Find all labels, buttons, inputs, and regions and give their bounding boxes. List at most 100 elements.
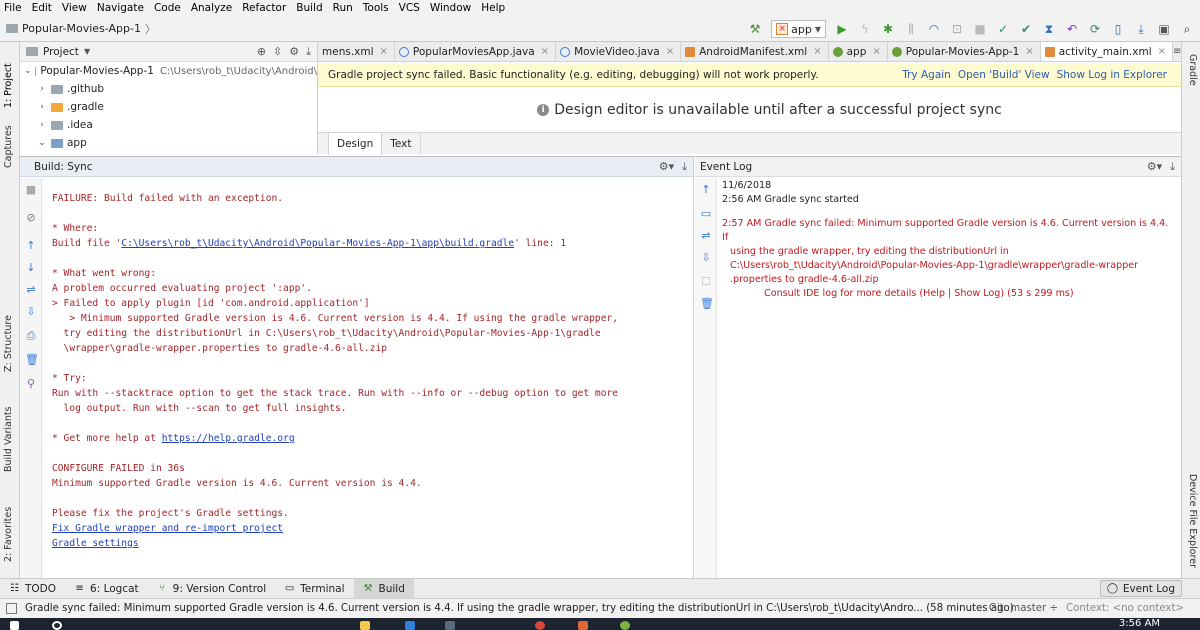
menu-vcs[interactable]: VCS <box>399 2 420 14</box>
tab-build[interactable]: ⚒ Build <box>353 578 414 599</box>
menu-view[interactable]: View <box>62 2 87 14</box>
menu-file[interactable]: File <box>4 2 22 14</box>
tab-todo[interactable]: ☷ TODO <box>0 579 65 599</box>
app-icon[interactable] <box>445 621 455 630</box>
git-branch-widget[interactable]: Git: master ÷ <box>989 603 1058 614</box>
chevron-right-icon[interactable]: › <box>36 84 48 94</box>
stop-icon[interactable]: ■ <box>973 22 987 36</box>
hide-panel-icon[interactable]: ⤓ <box>1170 160 1175 174</box>
chevron-down-icon[interactable]: ⌄ <box>24 66 32 76</box>
mark-all-read-icon[interactable]: ☐ <box>700 276 712 288</box>
up-arrow-icon[interactable]: ↑ <box>700 184 712 196</box>
breadcrumb[interactable]: Popular-Movies-App-1 〉 <box>0 21 156 37</box>
menu-run[interactable]: Run <box>333 2 353 14</box>
tree-item-idea[interactable]: › .idea <box>20 116 317 134</box>
project-structure-icon[interactable]: ▣ <box>1157 22 1171 36</box>
toggle-tool-windows-icon[interactable] <box>6 603 17 614</box>
menu-tools[interactable]: Tools <box>363 2 389 14</box>
tab-favorites[interactable]: 2: Favorites <box>3 507 14 562</box>
show-log-link[interactable]: Show Log in Explorer <box>1057 69 1167 81</box>
menu-window[interactable]: Window <box>430 2 471 14</box>
trash-icon[interactable]: 🗑 <box>700 298 714 310</box>
sync-gradle-icon[interactable]: ⟳ <box>1088 22 1102 36</box>
settings-gear-icon[interactable]: ⚙▾ <box>659 160 674 174</box>
close-icon[interactable]: × <box>1025 46 1033 57</box>
balloon-icon[interactable]: ▭ <box>700 208 712 220</box>
down-arrow-icon[interactable]: ↓ <box>25 262 37 274</box>
close-icon[interactable]: × <box>872 46 880 57</box>
search-icon[interactable] <box>52 621 62 630</box>
run-configuration-select[interactable]: × app ▼ <box>771 20 826 38</box>
open-build-view-link[interactable]: Open 'Build' View <box>958 69 1050 81</box>
vcs-commit-icon[interactable]: ✔ <box>1019 22 1033 36</box>
soft-wrap-icon[interactable]: ⇌ <box>700 230 712 242</box>
tab-dimens-xml[interactable]: mens.xml × <box>318 42 395 61</box>
settings-gear-icon[interactable]: ⚙ <box>289 45 299 59</box>
menu-refactor[interactable]: Refactor <box>242 2 286 14</box>
paint-icon[interactable] <box>578 621 588 630</box>
build-file-path-link[interactable]: C:\Users\rob_t\Udacity\Android\Popular-M… <box>121 238 514 249</box>
tree-item-github[interactable]: › .github <box>20 80 317 98</box>
chevron-right-icon[interactable]: › <box>36 102 48 112</box>
close-icon[interactable]: × <box>666 46 674 57</box>
trash-icon[interactable]: 🗑 <box>25 354 39 366</box>
menu-help[interactable]: Help <box>481 2 505 14</box>
apply-changes-icon[interactable]: ϟ <box>858 22 872 36</box>
search-icon[interactable]: ⌕ <box>1180 22 1194 36</box>
avd-manager-icon[interactable]: ▯ <box>1111 22 1125 36</box>
gradle-settings-link[interactable]: Gradle settings <box>52 538 139 549</box>
tree-item-app[interactable]: ⌄ app <box>20 134 317 152</box>
chevron-down-icon[interactable]: ▼ <box>84 47 90 56</box>
tab-event-log[interactable]: ◯ Event Log <box>1099 580 1182 597</box>
tab-captures[interactable]: Captures <box>3 125 14 168</box>
close-icon[interactable]: × <box>541 46 549 57</box>
tab-app[interactable]: app × <box>829 42 888 61</box>
fix-gradle-wrapper-link[interactable]: Fix Gradle wrapper and re-import project <box>52 523 283 534</box>
tab-terminal[interactable]: ▭ Terminal <box>275 579 353 599</box>
menu-analyze[interactable]: Analyze <box>191 2 232 14</box>
menu-navigate[interactable]: Navigate <box>97 2 144 14</box>
collapse-all-icon[interactable]: ⇳ <box>273 45 282 59</box>
tab-popular-movies-app-1[interactable]: Popular-Movies-App-1 × <box>888 42 1041 61</box>
pin-icon[interactable]: ⚲ <box>25 378 37 390</box>
file-explorer-icon[interactable] <box>360 621 370 630</box>
chrome-icon[interactable] <box>535 621 545 630</box>
locate-icon[interactable]: ⊕ <box>257 45 266 59</box>
scroll-to-end-icon[interactable]: ⇩ <box>25 306 37 318</box>
sdk-manager-icon[interactable]: ⤓ <box>1134 22 1148 36</box>
chevron-down-icon[interactable]: ⌄ <box>36 138 48 148</box>
soft-wrap-icon[interactable]: ⇌ <box>25 284 37 296</box>
stop-icon[interactable]: ■ <box>25 184 37 196</box>
android-studio-icon[interactable] <box>620 621 630 630</box>
debug-icon[interactable]: ✱ <box>881 22 895 36</box>
tab-version-control[interactable]: ⑂ 9: Version Control <box>148 579 275 599</box>
vcs-history-icon[interactable]: ⧗ <box>1042 22 1056 36</box>
make-project-icon[interactable]: ⚒ <box>748 22 762 36</box>
tab-structure[interactable]: Z: Structure <box>3 315 14 372</box>
tab-logcat[interactable]: ≡ 6: Logcat <box>65 579 148 599</box>
coverage-icon[interactable]: ⫼ <box>904 22 918 36</box>
profile-icon[interactable]: ◠ <box>927 22 941 36</box>
scroll-to-end-icon[interactable]: ⇩ <box>700 252 712 264</box>
tab-overflow-icon[interactable]: ≡⁴ <box>1173 46 1181 57</box>
event-log-entry[interactable]: Consult IDE log for more details (Help |… <box>722 287 1172 301</box>
tab-project[interactable]: 1: Project <box>3 63 14 108</box>
tree-item-gradle[interactable]: › .gradle <box>20 98 317 116</box>
windows-start-icon[interactable] <box>10 621 19 630</box>
tab-build-variants[interactable]: Build Variants <box>3 406 14 472</box>
vcs-revert-icon[interactable]: ↶ <box>1065 22 1079 36</box>
gradle-help-link[interactable]: https://help.gradle.org <box>162 433 295 444</box>
edge-browser-icon[interactable] <box>405 621 415 630</box>
settings-gear-icon[interactable]: ⚙▾ <box>1147 160 1162 174</box>
tab-activity-main-xml[interactable]: activity_main.xml × <box>1040 42 1174 61</box>
context-widget[interactable]: Context: <no context> <box>1066 603 1184 614</box>
tab-gradle[interactable]: Gradle <box>1187 54 1198 86</box>
tab-androidmanifest-xml[interactable]: AndroidManifest.xml × <box>681 42 829 61</box>
menu-build[interactable]: Build <box>296 2 322 14</box>
menu-code[interactable]: Code <box>154 2 181 14</box>
menu-edit[interactable]: Edit <box>32 2 52 14</box>
toggle-view-icon[interactable]: ⊘ <box>25 212 37 224</box>
tab-text[interactable]: Text <box>382 132 421 155</box>
print-icon[interactable]: ⎙ <box>25 330 37 342</box>
tab-popularmoviesapp-java[interactable]: PopularMoviesApp.java × <box>395 42 557 61</box>
